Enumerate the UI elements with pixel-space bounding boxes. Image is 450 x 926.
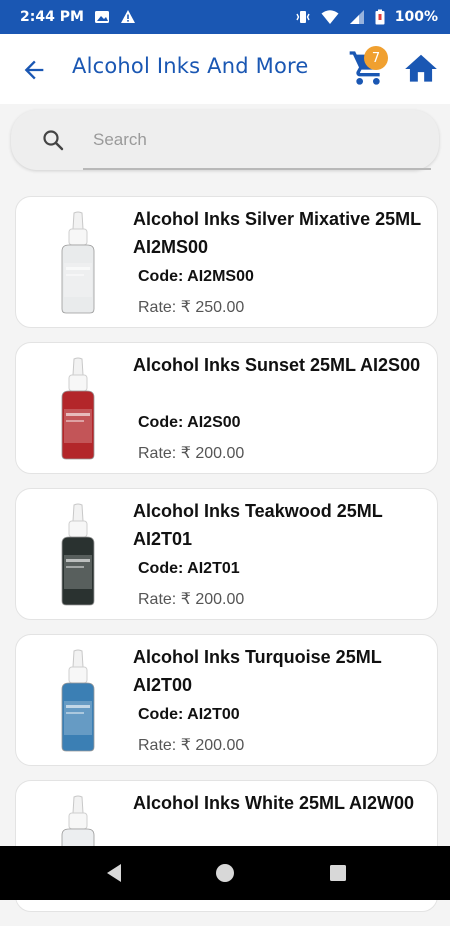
home-icon[interactable] <box>402 50 440 88</box>
app-bar: Alcohol Inks And More 7 <box>0 34 450 104</box>
wifi-icon <box>321 9 339 25</box>
product-name: Alcohol Inks Silver Mixative 25ML AI2MS0… <box>133 209 421 257</box>
product-rate: Rate: ₹ 200.00 <box>138 737 245 754</box>
product-card[interactable]: Alcohol Inks Teakwood 25ML AI2T01 Code: … <box>15 488 438 620</box>
product-list[interactable]: Alcohol Inks Silver Mixative 25ML AI2MS0… <box>15 196 438 926</box>
nav-back-icon[interactable] <box>103 862 125 884</box>
product-image <box>50 211 106 315</box>
product-rate: Rate: ₹ 200.00 <box>138 591 245 608</box>
nav-home-icon[interactable] <box>214 862 236 884</box>
search-input[interactable] <box>83 122 423 158</box>
battery-percent: 100% <box>394 9 438 25</box>
back-arrow-icon[interactable] <box>20 56 48 84</box>
system-nav-bar <box>0 846 450 900</box>
product-name: Alcohol Inks White 25ML AI2W00 <box>133 793 415 813</box>
nav-recents-icon[interactable] <box>327 862 349 884</box>
product-image <box>50 503 106 607</box>
search-bar <box>11 110 439 170</box>
warning-icon <box>120 9 136 25</box>
product-name: Alcohol Inks Turquoise 25ML AI2T00 <box>133 647 382 695</box>
product-image <box>50 649 106 753</box>
search-underline <box>83 168 431 170</box>
product-code: Code: AI2T00 <box>138 706 240 723</box>
search-icon[interactable] <box>41 128 65 152</box>
product-name: Alcohol Inks Teakwood 25ML AI2T01 <box>133 501 383 549</box>
status-bar: 2:44 PM 100% <box>0 0 450 34</box>
cart-count-badge: 7 <box>364 46 388 70</box>
product-code: Code: AI2S00 <box>138 414 241 431</box>
product-code: Code: AI2T01 <box>138 560 240 577</box>
product-name: Alcohol Inks Sunset 25ML AI2S00 <box>133 355 421 375</box>
product-rate: Rate: ₹ 200.00 <box>138 445 245 462</box>
product-rate: Rate: ₹ 250.00 <box>138 299 245 316</box>
signal-icon <box>349 9 365 25</box>
vibrate-icon <box>295 9 311 25</box>
image-icon <box>94 9 110 25</box>
product-card[interactable]: Alcohol Inks Sunset 25ML AI2S00 Code: AI… <box>15 342 438 474</box>
battery-icon <box>375 9 385 25</box>
product-card[interactable]: Alcohol Inks Turquoise 25ML AI2T00 Code:… <box>15 634 438 766</box>
product-card[interactable]: Alcohol Inks Silver Mixative 25ML AI2MS0… <box>15 196 438 328</box>
product-code: Code: AI2MS00 <box>138 268 254 285</box>
status-time: 2:44 PM <box>20 9 84 25</box>
product-image <box>50 357 106 461</box>
page-title: Alcohol Inks And More <box>72 54 309 78</box>
